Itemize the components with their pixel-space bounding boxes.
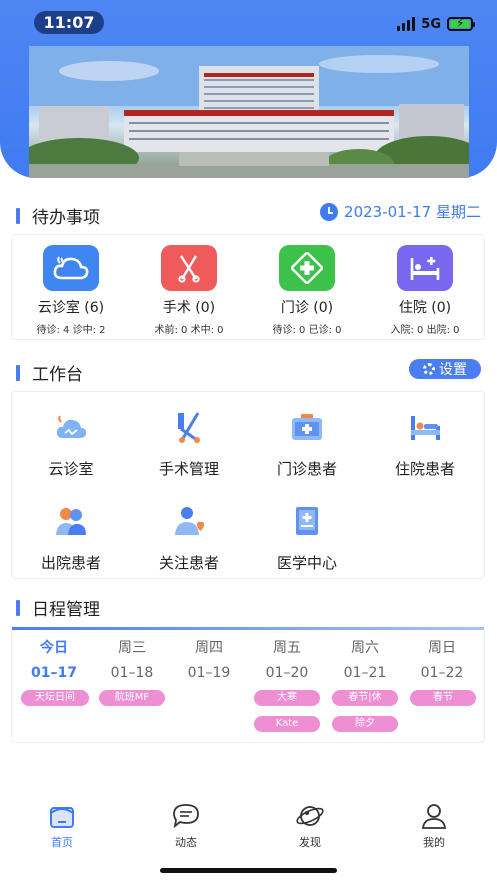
patients-icon <box>56 508 86 535</box>
medical-kit-icon <box>292 414 322 440</box>
workbench-item-cloud-clinic[interactable]: 云诊室 <box>12 410 130 490</box>
date-label: 2023-01-17 星期二 <box>344 203 481 221</box>
todo-item-stats: 入院: 0 出院: 0 <box>390 325 460 336</box>
workbench-item-label: 门诊患者 <box>276 460 337 478</box>
schedule-divider <box>12 627 484 630</box>
schedule-event-tag[interactable]: Kate <box>254 716 320 732</box>
medical-book-icon <box>296 507 318 535</box>
day-name: 今日 <box>40 640 68 656</box>
todo-item-surgery[interactable]: 手术 (0) 术前: 0 术中: 0 <box>130 235 248 336</box>
tab-profile[interactable]: 我的 <box>394 802 474 850</box>
schedule-event-tag[interactable]: 除夕 <box>332 716 398 732</box>
day-name: 周六 <box>351 640 379 656</box>
day-date: 01–20 <box>265 665 309 681</box>
day-date: 01–21 <box>343 665 387 681</box>
clock-icon <box>320 202 339 221</box>
tab-discover[interactable]: 发现 <box>270 802 350 850</box>
date-display[interactable]: 2023-01-17 星期二 <box>320 201 481 222</box>
surgery-tools-icon <box>178 412 200 443</box>
hospital-banner-image[interactable] <box>29 46 469 178</box>
settings-label: 设置 <box>439 362 467 378</box>
workbench-item-outpatient[interactable]: 门诊患者 <box>248 410 366 490</box>
todo-item-stats: 术前: 0 术中: 0 <box>154 325 224 336</box>
todo-section-title: 待办事项 <box>16 203 100 228</box>
day-date: 01–18 <box>110 665 154 681</box>
day-date: 01–22 <box>420 665 464 681</box>
day-column-fri[interactable]: 周五 01–20 <box>252 637 322 681</box>
workbench-item-followed[interactable]: 关注患者 <box>130 504 248 584</box>
cloud-icon <box>56 415 87 438</box>
planet-icon <box>295 802 325 830</box>
status-time: 11:07 <box>34 11 104 34</box>
schedule-event-tag[interactable]: 春节 <box>410 690 476 706</box>
tab-home[interactable]: 首页 <box>22 802 102 850</box>
chat-bubble-icon <box>171 802 201 830</box>
tab-label: 动态 <box>175 836 197 849</box>
todo-item-cloud-clinic[interactable]: 云诊室 (6) 待诊: 4 诊中: 2 <box>12 235 130 336</box>
home-indicator <box>160 868 337 873</box>
tab-label: 发现 <box>299 836 321 849</box>
surgery-tools-icon <box>161 245 217 291</box>
hospital-bed-icon <box>411 416 440 440</box>
day-name: 周日 <box>428 640 456 656</box>
todo-item-inpatient[interactable]: 住院 (0) 入院: 0 出院: 0 <box>366 235 484 336</box>
status-bar: 11:07 5G ⚡ <box>0 0 497 44</box>
hospital-bed-icon <box>397 245 453 291</box>
signal-icon <box>397 17 416 31</box>
workbench-item-discharged[interactable]: 出院患者 <box>12 504 130 584</box>
workbench-item-label: 关注患者 <box>158 554 219 572</box>
gear-icon <box>423 363 435 375</box>
medical-cross-icon <box>279 245 335 291</box>
section-marker <box>16 207 20 224</box>
schedule-event-tag[interactable]: 航班MF <box>99 690 165 706</box>
schedule-section-title: 日程管理 <box>16 595 100 620</box>
todo-item-stats: 待诊: 4 诊中: 2 <box>36 325 106 336</box>
user-icon <box>419 802 449 830</box>
section-marker <box>16 599 20 616</box>
cloud-icon <box>43 245 99 291</box>
schedule-event-tag[interactable]: 春节|休 <box>332 690 398 706</box>
workbench-item-label: 手术管理 <box>158 460 219 478</box>
heart-patient-icon <box>175 507 204 535</box>
tab-activity[interactable]: 动态 <box>146 802 226 850</box>
workbench-item-label: 住院患者 <box>394 460 455 478</box>
day-column-sun[interactable]: 周日 01–22 <box>407 637 477 681</box>
todo-item-label: 门诊 (0) <box>280 300 334 316</box>
todo-item-outpatient[interactable]: 门诊 (0) 待诊: 0 已诊: 0 <box>248 235 366 336</box>
day-name: 周四 <box>195 640 223 656</box>
todo-item-label: 手术 (0) <box>162 300 216 316</box>
todo-item-label: 住院 (0) <box>398 300 452 316</box>
workbench-card: 云诊室 手术管理 门诊患者 住院患者 出院患者 关注患者 医学中心 <box>11 391 485 579</box>
todo-item-stats: 待诊: 0 已诊: 0 <box>272 325 342 336</box>
section-marker <box>16 364 20 381</box>
todo-item-label: 云诊室 (6) <box>37 300 105 316</box>
workbench-item-surgery[interactable]: 手术管理 <box>130 410 248 490</box>
tab-label: 首页 <box>51 836 73 849</box>
schedule-event-tag[interactable]: 天坛日间 <box>21 690 89 706</box>
day-column-wed[interactable]: 周三 01–18 <box>97 637 167 681</box>
day-column-today[interactable]: 今日 01–17 <box>19 637 89 681</box>
todo-card: 云诊室 (6) 待诊: 4 诊中: 2 手术 (0) 术前: 0 术中: 0 门… <box>11 234 485 340</box>
day-name: 周五 <box>273 640 301 656</box>
day-column-thu[interactable]: 周四 01–19 <box>174 637 244 681</box>
workbench-item-medical-center[interactable]: 医学中心 <box>248 504 366 584</box>
day-column-sat[interactable]: 周六 01–21 <box>330 637 400 681</box>
settings-button[interactable]: 设置 <box>409 359 481 379</box>
day-date: 01–17 <box>31 665 77 681</box>
network-label: 5G <box>421 16 441 32</box>
battery-icon: ⚡ <box>447 16 475 31</box>
workbench-section-title: 工作台 <box>16 360 83 385</box>
day-date: 01–19 <box>187 665 231 681</box>
workbench-item-inpatient[interactable]: 住院患者 <box>366 410 484 490</box>
status-indicators: 5G ⚡ <box>397 14 475 34</box>
tab-label: 我的 <box>423 836 445 849</box>
home-icon <box>47 802 77 830</box>
workbench-item-label: 出院患者 <box>40 554 101 572</box>
workbench-item-label: 医学中心 <box>276 554 337 572</box>
schedule-event-tag[interactable]: 大寒 <box>254 690 320 706</box>
day-name: 周三 <box>118 640 146 656</box>
workbench-item-label: 云诊室 <box>48 460 94 478</box>
